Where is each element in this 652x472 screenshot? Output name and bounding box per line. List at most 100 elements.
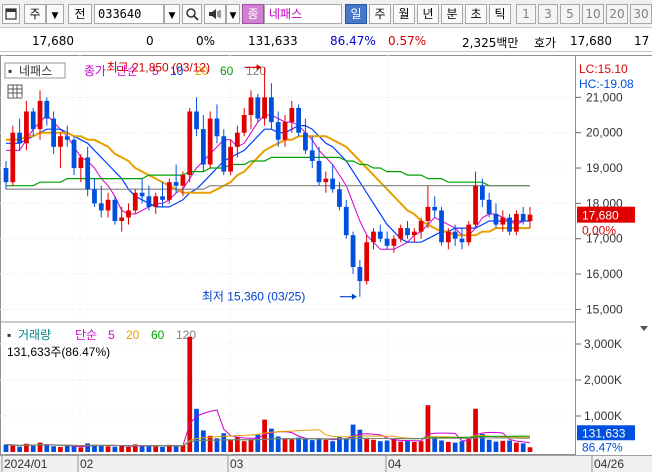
candle-body bbox=[296, 107, 302, 133]
volume-bar bbox=[364, 439, 370, 452]
volume-bar bbox=[514, 442, 519, 452]
volume-bar bbox=[64, 445, 70, 452]
volume-bar bbox=[289, 439, 295, 452]
candle-body bbox=[507, 217, 512, 232]
volume-bar bbox=[105, 446, 111, 452]
candle-body bbox=[30, 111, 36, 130]
candle-body bbox=[187, 111, 193, 176]
ma-line-20 bbox=[6, 131, 530, 237]
price-tick-label: 20,000 bbox=[586, 126, 623, 140]
candle-body bbox=[459, 238, 465, 243]
volume-bar bbox=[398, 441, 404, 452]
candle-body bbox=[350, 235, 356, 267]
volume-bar bbox=[316, 438, 322, 452]
volume-summary: 131,633주(86.47%) bbox=[7, 345, 110, 359]
vol-legend-5: 5 bbox=[108, 328, 115, 342]
candle-body bbox=[119, 217, 125, 222]
candle-body bbox=[343, 206, 349, 236]
volume-bar bbox=[98, 445, 104, 452]
volume-bar bbox=[411, 441, 417, 452]
ma-line-120 bbox=[6, 185, 530, 190]
candle-body bbox=[405, 228, 410, 236]
candle-body bbox=[364, 242, 370, 282]
candle-body bbox=[166, 182, 172, 200]
volume-bar bbox=[439, 440, 444, 452]
date-tick-label: 04/26 bbox=[594, 457, 624, 471]
vol-legend-20: 20 bbox=[126, 328, 140, 342]
candle-body bbox=[105, 199, 111, 211]
axis-menu-icon[interactable] bbox=[640, 326, 648, 331]
volume-title: 거래량 bbox=[18, 328, 51, 342]
candle-body bbox=[411, 231, 417, 236]
candle-body bbox=[17, 132, 22, 144]
candle-body bbox=[3, 168, 9, 183]
volume-bar bbox=[303, 439, 308, 452]
candle-body bbox=[180, 175, 186, 186]
current-price-tag-label: 17,680 bbox=[582, 209, 619, 223]
candle-body bbox=[132, 192, 138, 211]
candle-body bbox=[309, 150, 315, 161]
volume-bar bbox=[119, 445, 125, 452]
candle-body bbox=[241, 115, 247, 133]
price-tick-label: 15,000 bbox=[586, 302, 623, 316]
volume-bar bbox=[153, 446, 159, 452]
volume-bar bbox=[391, 439, 397, 452]
stock-label: 네패스 bbox=[19, 64, 52, 78]
volume-bar bbox=[160, 446, 165, 452]
indicator-settings-icon[interactable] bbox=[7, 84, 23, 99]
volume-bar bbox=[139, 445, 145, 452]
volume-bar bbox=[330, 441, 336, 452]
volume-bar bbox=[248, 439, 254, 452]
candle-body bbox=[248, 97, 254, 116]
volume-bar bbox=[44, 445, 50, 452]
volume-tick-label: 1,000K bbox=[584, 409, 622, 423]
volume-bar bbox=[452, 442, 458, 452]
volume-bar bbox=[71, 446, 77, 452]
low-marker-label: 최저 15,360 (03/25) bbox=[202, 290, 305, 304]
candle-body bbox=[255, 97, 261, 119]
volume-bar bbox=[78, 447, 84, 452]
candle-body bbox=[452, 231, 458, 239]
candle-body bbox=[160, 196, 165, 200]
ma-legend-60: 60 bbox=[220, 64, 234, 78]
candle-body bbox=[323, 178, 329, 183]
candle-body bbox=[262, 97, 267, 119]
candle-body bbox=[64, 136, 70, 140]
volume-bar bbox=[51, 446, 57, 452]
volume-bar bbox=[377, 441, 383, 452]
volume-bar bbox=[473, 408, 478, 452]
candle-body bbox=[500, 217, 506, 225]
chart-svg[interactable]: ▪ 네패스 종가 단순 5 10 20 60 120 LC:15.10 HC:-… bbox=[0, 0, 652, 472]
volume-bar bbox=[371, 439, 376, 452]
candle-body bbox=[221, 136, 227, 172]
volume-bar bbox=[384, 440, 390, 452]
candle-body bbox=[418, 221, 424, 232]
hc-label: HC:-19.08 bbox=[579, 77, 634, 91]
volume-bar bbox=[173, 445, 179, 452]
candle-body bbox=[486, 199, 492, 214]
volume-bar bbox=[323, 439, 329, 452]
current-volume-pct-label: 86.47% bbox=[582, 440, 623, 454]
candle-body bbox=[439, 210, 444, 243]
volume-bar bbox=[126, 446, 131, 452]
volume-bar bbox=[405, 440, 410, 452]
price-tick-label: 19,000 bbox=[586, 161, 623, 175]
candle-body bbox=[289, 107, 295, 123]
candle-body bbox=[316, 160, 322, 183]
vol-legend-60: 60 bbox=[151, 328, 165, 342]
volume-bar bbox=[459, 441, 465, 452]
volume-bar bbox=[85, 443, 91, 452]
candle-body bbox=[384, 238, 390, 246]
candle-body bbox=[214, 118, 220, 137]
ma-line-10 bbox=[6, 124, 530, 243]
high-marker-label: 최고 21,850 (03/12) bbox=[107, 60, 210, 74]
date-tick-label: 2024/01 bbox=[4, 457, 48, 471]
candle-body bbox=[58, 136, 63, 147]
candle-body bbox=[10, 132, 16, 183]
candle-body bbox=[37, 100, 43, 130]
volume-bar bbox=[282, 438, 288, 452]
candle-body bbox=[200, 129, 206, 165]
candle-body bbox=[425, 206, 431, 222]
volume-bar bbox=[357, 429, 363, 452]
candle-body bbox=[473, 185, 478, 225]
